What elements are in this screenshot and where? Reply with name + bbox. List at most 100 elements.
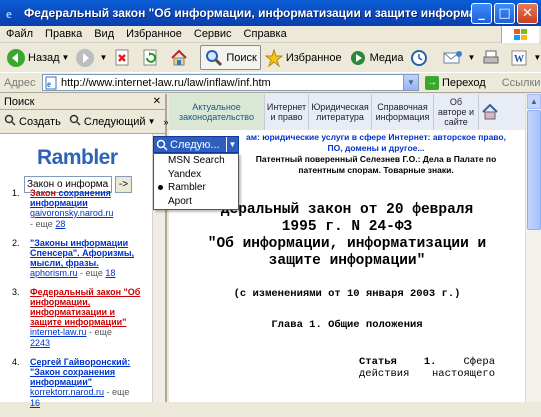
nav-tab-line2: информация bbox=[375, 112, 430, 122]
nav-tab-actual-law[interactable]: Актуальное законодательство bbox=[169, 94, 265, 130]
close-button[interactable]: ✕ bbox=[517, 3, 538, 24]
result-url-link[interactable]: korrektorr.narod.ru bbox=[30, 387, 104, 397]
result-title-pre: Сергей Гайворонский: bbox=[30, 357, 131, 367]
title-bar: e Федеральный закон "Об информации, инфо… bbox=[0, 0, 541, 26]
go-button[interactable]: → Переход bbox=[425, 75, 486, 90]
next-icon bbox=[69, 114, 81, 129]
menu-tools[interactable]: Сервис bbox=[194, 28, 232, 40]
ad-banner[interactable]: ам: юридические услуги в сфере Интернет:… bbox=[229, 132, 523, 176]
chevron-down-icon[interactable]: ▼ bbox=[62, 53, 70, 62]
menu-help[interactable]: Справка bbox=[244, 28, 287, 40]
menu-file[interactable]: Файл bbox=[6, 28, 33, 40]
result-title-link[interactable]: Сергей Гайворонский: "Закон сохранения и… bbox=[30, 357, 142, 387]
scroll-up-icon[interactable]: ▲ bbox=[527, 94, 541, 109]
search-engine-menu: MSN Search Yandex Rambler Aport bbox=[153, 153, 239, 210]
chevron-down-icon[interactable]: ▼ bbox=[403, 75, 418, 90]
more-link[interactable]: 18 bbox=[105, 268, 115, 278]
menu-edit[interactable]: Правка bbox=[45, 28, 82, 40]
search-panel-title: Поиск bbox=[4, 95, 35, 108]
address-input[interactable]: e http://www.internet-law.ru/law/inflaw/… bbox=[42, 74, 419, 91]
document-heading: 1995 г. N 24-ФЗ bbox=[281, 219, 413, 235]
refresh-button[interactable] bbox=[138, 45, 166, 70]
scrollbar-thumb[interactable] bbox=[527, 110, 541, 230]
back-label: Назад bbox=[28, 51, 60, 64]
more-link[interactable]: 28 bbox=[55, 219, 65, 229]
menu-item-aport[interactable]: Aport bbox=[154, 195, 238, 209]
menu-item-msn[interactable]: MSN Search bbox=[154, 154, 238, 168]
rambler-logo: Rambler bbox=[37, 146, 118, 169]
history-icon bbox=[409, 48, 429, 68]
result-more: 16 bbox=[30, 398, 142, 409]
article-word: Сфера bbox=[463, 356, 495, 368]
chevron-down-icon[interactable]: ▼ bbox=[99, 53, 107, 62]
chevron-down-icon[interactable]: ▼ bbox=[533, 53, 541, 62]
search-icon bbox=[204, 48, 224, 68]
print-button[interactable] bbox=[478, 45, 506, 70]
search-engine-button[interactable]: Следую... ▼ bbox=[153, 136, 239, 153]
more-link[interactable]: 2243 bbox=[30, 338, 50, 348]
windows-logo-icon bbox=[501, 26, 539, 43]
nav-tab-line2: литература bbox=[316, 112, 364, 122]
amendments-note: (с изменениями от 10 января 2003 г.) bbox=[233, 288, 461, 300]
article-word: 1. bbox=[423, 356, 437, 368]
minimize-button[interactable]: _ bbox=[471, 3, 492, 24]
svg-text:e: e bbox=[6, 6, 12, 20]
mail-button[interactable]: ▼ bbox=[440, 45, 478, 70]
result-title-link[interactable]: "Законы информации Спенсера". Афоризмы, … bbox=[30, 238, 142, 268]
chevron-down-icon[interactable]: ▼ bbox=[467, 53, 475, 62]
more-label: еще bbox=[35, 219, 53, 229]
nav-tab-legal-literature[interactable]: Юридическая литература bbox=[309, 94, 372, 130]
menu-favorites[interactable]: Избранное bbox=[126, 28, 182, 40]
stop-icon bbox=[113, 48, 133, 68]
page-scrollbar[interactable]: ▲ bbox=[525, 94, 541, 402]
links-label[interactable]: Ссылки bbox=[502, 77, 541, 89]
article-word: действия bbox=[359, 368, 410, 380]
menu-item-yandex[interactable]: Yandex bbox=[154, 168, 238, 182]
result-url-link[interactable]: gaivoronsky.narod.ru bbox=[30, 208, 113, 218]
search-button[interactable]: Поиск bbox=[200, 45, 261, 70]
home-icon bbox=[169, 48, 189, 68]
maximize-button[interactable]: □ bbox=[494, 3, 515, 24]
result-url-link[interactable]: aphorism.ru bbox=[30, 268, 78, 278]
result-url: internet-law.ru - еще bbox=[30, 327, 112, 337]
media-button[interactable]: Медиа bbox=[345, 45, 407, 70]
nav-tab-line1: Об bbox=[449, 97, 463, 107]
nav-tab-line1: Интернет bbox=[266, 102, 307, 112]
result-url: gaivoronsky.narod.ru bbox=[30, 208, 142, 219]
mail-icon bbox=[443, 48, 463, 68]
window-title: Федеральный закон "Об информации, информ… bbox=[24, 6, 486, 20]
back-button[interactable]: Назад ▼ bbox=[3, 45, 72, 70]
stop-button[interactable] bbox=[110, 45, 138, 70]
search-engine-label: Следую... bbox=[170, 138, 220, 151]
more-chevron-icon[interactable]: » bbox=[163, 117, 168, 127]
ad-line: патентным спорам. Товарные знаки. bbox=[298, 165, 454, 175]
go-arrow-icon: → bbox=[425, 75, 439, 90]
page-icon: e bbox=[43, 75, 59, 90]
chevron-down-icon[interactable]: ▼ bbox=[226, 137, 238, 152]
selected-dot-icon bbox=[158, 185, 163, 190]
history-button[interactable] bbox=[406, 45, 434, 70]
list-item: 4. Сергей Гайворонский: "Закон сохранени… bbox=[12, 357, 142, 409]
favorites-label: Избранное bbox=[285, 51, 342, 64]
nav-tab-internet-law[interactable]: Интернет и право bbox=[265, 94, 309, 130]
menu-view[interactable]: Вид bbox=[94, 28, 114, 40]
menu-item-rambler[interactable]: Rambler bbox=[154, 181, 238, 195]
site-home-icon[interactable] bbox=[479, 94, 501, 130]
nav-tab-line1: Актуальное bbox=[192, 102, 241, 112]
nav-tab-reference[interactable]: Справочная информация bbox=[372, 94, 434, 130]
home-button[interactable] bbox=[166, 45, 194, 70]
next-button[interactable]: Следующий ▼ bbox=[69, 114, 156, 129]
close-icon[interactable]: ✕ bbox=[153, 96, 161, 107]
article-word: Статья bbox=[359, 356, 397, 368]
chevron-down-icon[interactable]: ▼ bbox=[148, 117, 156, 126]
result-title-link[interactable]: Федеральный закон "Об информации, информ… bbox=[30, 287, 142, 327]
forward-button[interactable]: ▼ bbox=[72, 45, 110, 70]
new-search-button[interactable]: Создать bbox=[4, 114, 61, 129]
favorites-button[interactable]: Избранное bbox=[261, 45, 345, 70]
more-link[interactable]: 16 bbox=[30, 398, 40, 408]
result-title-link[interactable]: Закон сохранения информации bbox=[30, 188, 142, 208]
nav-tab-about[interactable]: Об авторе и сайте bbox=[434, 94, 479, 130]
edit-button[interactable]: W ▼ bbox=[506, 45, 541, 70]
article-text: Статья 1. Сфера действия настоящего bbox=[359, 356, 495, 380]
result-url-link[interactable]: internet-law.ru bbox=[30, 327, 87, 337]
